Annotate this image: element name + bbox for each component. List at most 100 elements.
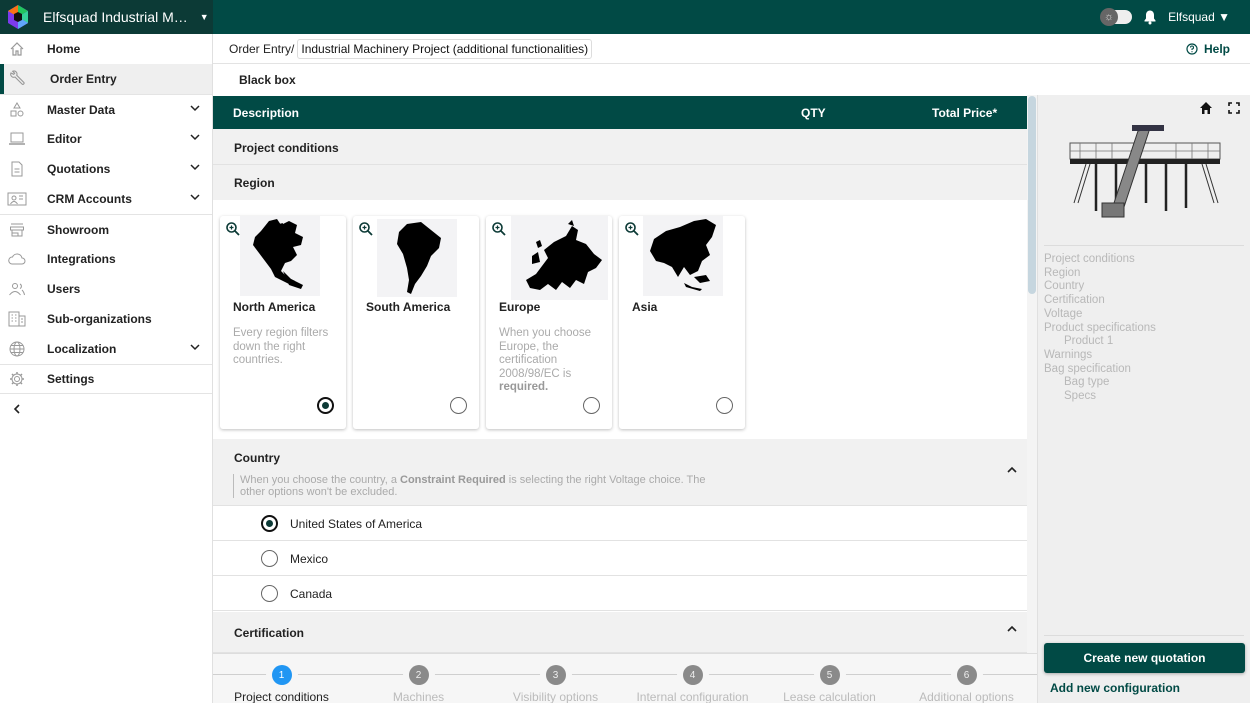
radio-canada[interactable] <box>261 585 278 602</box>
sidebar-item-home[interactable]: Home <box>0 34 212 64</box>
toc-item[interactable]: Certification <box>1044 294 1156 308</box>
toc-item[interactable]: Voltage <box>1044 308 1156 322</box>
toc-subitem[interactable]: Bag type <box>1044 376 1156 390</box>
toc-item[interactable]: Project conditions <box>1044 253 1156 267</box>
cloud-icon <box>0 252 34 266</box>
country-option-usa[interactable]: United States of America <box>213 506 1027 541</box>
subtab-bar: Black box <box>213 64 1250 95</box>
region-card-north-america[interactable]: North America Every region filters down … <box>220 216 346 429</box>
sidebar-item-localization[interactable]: Localization <box>0 334 212 364</box>
collapse-sidebar-button[interactable] <box>0 394 212 424</box>
chevron-down-icon[interactable] <box>190 342 200 352</box>
region-card-europe[interactable]: Europe When you choose Europe, the certi… <box>486 216 612 429</box>
toc-subitem[interactable]: Product 1 <box>1044 335 1156 349</box>
country-hint: When you choose the country, a Constrain… <box>233 474 713 498</box>
machine-preview-image[interactable] <box>1066 123 1226 228</box>
section-certification[interactable]: Certification <box>213 612 1027 653</box>
sidebar-item-order-entry[interactable]: Order Entry <box>0 64 212 94</box>
region-name: Asia <box>632 300 658 314</box>
region-radio-europe[interactable] <box>583 397 600 414</box>
radio-mexico[interactable] <box>261 550 278 567</box>
toc-item[interactable]: Warnings <box>1044 349 1156 363</box>
column-qty: QTY <box>801 106 826 120</box>
storefront-icon <box>0 222 34 238</box>
toc-item[interactable]: Bag specification <box>1044 363 1156 377</box>
chevron-up-icon[interactable] <box>1007 466 1017 474</box>
column-description: Description <box>233 106 300 120</box>
sidebar-item-users[interactable]: Users <box>0 274 212 304</box>
preview-table-of-contents: Project conditions Region Country Certif… <box>1044 253 1156 404</box>
gear-icon <box>0 371 34 387</box>
project-name-field[interactable]: Industrial Machinery Project (additional… <box>297 38 593 59</box>
step-1[interactable]: 1 Project conditions <box>213 665 350 703</box>
step-5[interactable]: 5 Lease calculation <box>761 665 898 703</box>
table-header: Description QTY Total Price* <box>213 96 1027 129</box>
add-new-configuration-link[interactable]: Add new configuration <box>1050 681 1180 695</box>
country-option-canada[interactable]: Canada <box>213 576 1027 611</box>
sidebar-item-showroom[interactable]: Showroom <box>0 214 212 244</box>
region-card-asia[interactable]: Asia <box>619 216 745 429</box>
chevron-up-icon[interactable] <box>1007 625 1017 633</box>
sidebar-item-settings[interactable]: Settings <box>0 364 212 394</box>
document-icon <box>0 161 34 177</box>
section-region[interactable]: Region <box>213 165 1027 200</box>
shapes-icon <box>0 101 34 118</box>
region-card-south-america[interactable]: South America <box>353 216 479 429</box>
top-bar: Elfsquad Industrial M… ▼ ☼ Elfsquad ▼ <box>0 0 1250 34</box>
help-circle-icon <box>1186 43 1198 55</box>
sidebar: Home Order Entry Master Data Editor Quot… <box>0 34 213 703</box>
toc-subitem[interactable]: Specs <box>1044 390 1156 404</box>
home-icon[interactable] <box>1199 101 1213 115</box>
toc-item[interactable]: Country <box>1044 280 1156 294</box>
south-america-map-image <box>377 219 457 297</box>
notification-bell-icon[interactable] <box>1142 9 1158 25</box>
north-america-map-image <box>240 216 320 296</box>
zoom-in-icon[interactable] <box>491 221 507 237</box>
step-navigator: 1 Project conditions 2 Machines 3 Visibi… <box>213 653 1037 703</box>
users-icon <box>0 282 34 296</box>
help-label: Help <box>1203 42 1230 56</box>
zoom-in-icon[interactable] <box>225 221 241 237</box>
country-option-mexico[interactable]: Mexico <box>213 541 1027 576</box>
help-link[interactable]: Help <box>1186 42 1230 56</box>
elfsquad-logo-icon <box>0 0 36 34</box>
step-2[interactable]: 2 Machines <box>350 665 487 703</box>
region-radio-south-america[interactable] <box>450 397 467 414</box>
region-radio-north-america[interactable] <box>317 397 334 414</box>
chevron-down-icon[interactable] <box>190 132 200 142</box>
step-6[interactable]: 6 Additional options <box>898 665 1035 703</box>
radio-usa[interactable] <box>261 515 278 532</box>
toc-item[interactable]: Product specifications <box>1044 322 1156 336</box>
chevron-down-icon[interactable] <box>190 162 200 172</box>
region-description: Every region filters down the right coun… <box>233 327 329 366</box>
chevron-down-icon[interactable] <box>190 103 200 113</box>
user-menu[interactable]: Elfsquad ▼ <box>1168 10 1230 24</box>
app-title: Elfsquad Industrial M… <box>43 9 188 25</box>
sidebar-item-master-data[interactable]: Master Data <box>0 94 212 124</box>
step-3[interactable]: 3 Visibility options <box>487 665 624 703</box>
preview-divider <box>1044 635 1244 636</box>
step-4[interactable]: 4 Internal configuration <box>624 665 761 703</box>
section-project-conditions[interactable]: Project conditions <box>213 129 1027 165</box>
region-description: When you choose Europe, the certificatio… <box>499 327 592 393</box>
sidebar-item-integrations[interactable]: Integrations <box>0 244 212 274</box>
fullscreen-icon[interactable] <box>1228 102 1240 114</box>
region-name: Europe <box>499 300 541 314</box>
zoom-in-icon[interactable] <box>358 221 374 237</box>
region-radio-asia[interactable] <box>716 397 733 414</box>
sidebar-item-editor[interactable]: Editor <box>0 124 212 154</box>
theme-toggle[interactable]: ☼ <box>1100 8 1133 26</box>
preview-divider <box>1044 245 1244 246</box>
sidebar-item-sub-organizations[interactable]: Sub-organizations <box>0 304 212 334</box>
tab-black-box[interactable]: Black box <box>239 73 296 87</box>
toc-item[interactable]: Region <box>1044 267 1156 281</box>
create-new-quotation-button[interactable]: Create new quotation <box>1044 643 1245 673</box>
sidebar-item-crm-accounts[interactable]: CRM Accounts <box>0 184 212 214</box>
asia-map-image <box>643 216 723 296</box>
zoom-in-icon[interactable] <box>624 221 640 237</box>
chevron-down-icon[interactable] <box>190 192 200 202</box>
app-switcher[interactable]: Elfsquad Industrial M… ▼ <box>0 0 213 34</box>
scrollbar-thumb[interactable] <box>1028 96 1036 294</box>
sidebar-item-quotations[interactable]: Quotations <box>0 154 212 184</box>
breadcrumb-order-entry[interactable]: Order Entry/ <box>229 42 294 56</box>
